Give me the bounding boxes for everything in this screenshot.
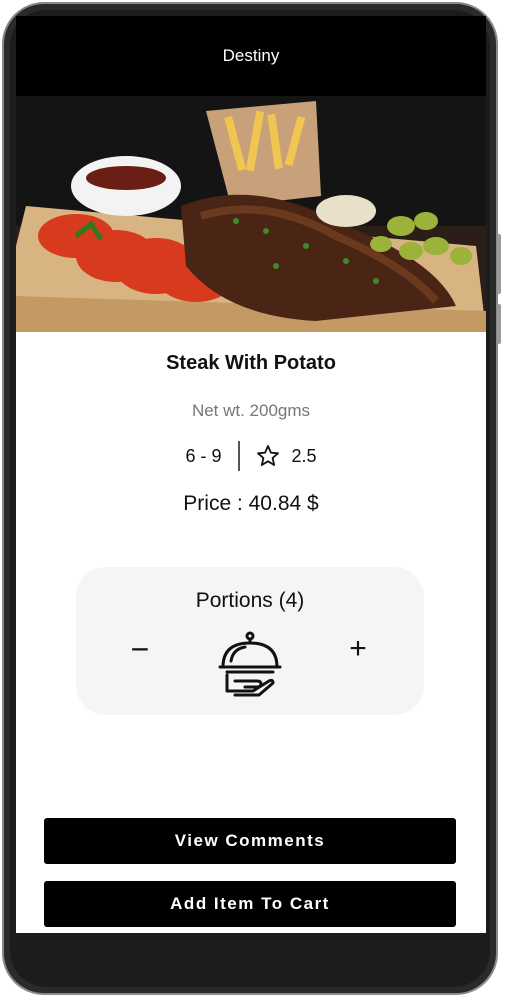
steak-photo [16,96,486,332]
increase-portion-button[interactable]: + [344,631,372,667]
star-outline-icon [256,444,280,468]
app-screen: Destiny Steak With Potato Net wt. 200gms… [16,16,486,933]
portions-card: Portions (4) − + [76,567,424,715]
decrease-portion-button[interactable]: − [126,631,154,667]
serving-range: 6 - 9 [185,445,222,466]
product-price: Price : 40.84 $ [183,492,319,515]
view-comments-button[interactable]: View Comments [44,818,456,864]
app-bar: Destiny [16,16,486,96]
portions-label: Portions (4) [195,589,305,612]
rating-value: 2.5 [291,445,317,466]
food-image [16,96,486,332]
volume-button [497,234,501,294]
product-name: Steak With Potato [166,352,336,374]
app-title: Destiny [222,46,280,65]
serving-cloche-icon [215,629,285,699]
power-button [497,304,501,344]
product-meta: 6 - 9 2.5 [16,441,486,471]
add-to-cart-button[interactable]: Add Item To Cart [44,881,456,927]
net-weight: Net wt. 200gms [191,401,311,420]
meta-divider [237,441,240,471]
